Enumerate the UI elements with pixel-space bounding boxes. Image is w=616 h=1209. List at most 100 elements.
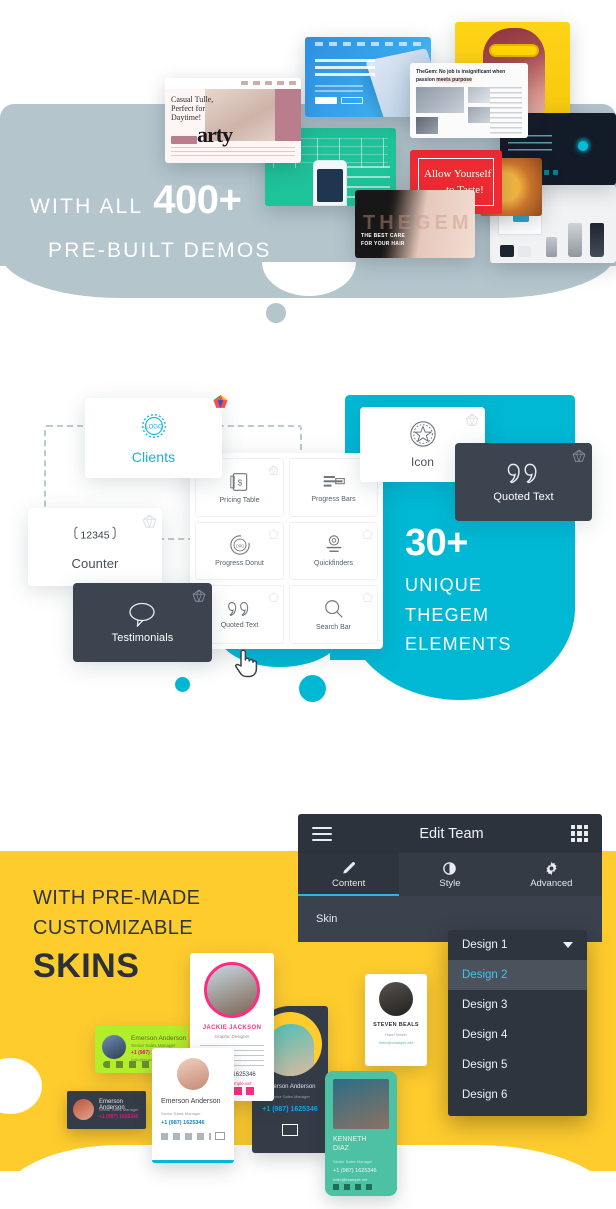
skins-headline: WITH PRE-MADE CUSTOMIZABLE SKINS xyxy=(33,883,200,986)
team-card-name: Emerson Anderson xyxy=(161,1098,221,1105)
element-card-clients[interactable]: LOGO Clients xyxy=(85,395,228,478)
element-tile-progress-donut[interactable]: 000 Progress Donut xyxy=(195,521,284,581)
cyan-dot-large xyxy=(299,675,326,702)
avatar xyxy=(204,962,260,1018)
demos-section: Casual Tulle, Perfect for Daytime! arty Th… xyxy=(0,0,616,340)
skin-dropdown-option-design-2[interactable]: Design 2 xyxy=(448,960,587,990)
gem-badge-icon xyxy=(142,514,157,529)
element-card-label: Counter xyxy=(71,555,119,571)
gem-badge-icon xyxy=(362,590,373,603)
pencil-icon xyxy=(343,861,356,873)
social-icons-row xyxy=(333,1184,373,1190)
element-tile-label: Pricing Table xyxy=(219,496,260,504)
skins-headline-line2: CUSTOMIZABLE xyxy=(33,917,194,939)
demos-headline-number: 400+ xyxy=(153,178,242,222)
tab-label: Content xyxy=(332,877,366,889)
grid-apps-icon[interactable] xyxy=(571,825,588,842)
demos-headline: WITH ALL 400+ PRE-BUILT DEMOS xyxy=(30,178,272,263)
envelope-icon xyxy=(282,1124,298,1136)
skin-dropdown-option-design-6[interactable]: Design 6 xyxy=(448,1080,587,1110)
skin-dropdown-option-design-3[interactable]: Design 3 xyxy=(448,990,587,1020)
skins-headline-line1: WITH PRE-MADE xyxy=(33,887,201,909)
svg-text:$: $ xyxy=(237,477,242,487)
avatar xyxy=(177,1058,209,1090)
magnifier-icon xyxy=(324,600,343,618)
team-card-design-white: Emerson Anderson Senior Sales Manager +1… xyxy=(152,1048,234,1163)
hand-cursor-icon xyxy=(232,645,260,679)
element-card-label: Icon xyxy=(410,455,435,469)
gem-badge-icon xyxy=(268,590,279,603)
thumbnail-magazine-demo: TheGem: No job is insignificant when pass… xyxy=(410,63,528,138)
element-card-label: Quoted Text xyxy=(493,490,554,503)
editor-panel: Edit Team Content Style Advanced Skin De… xyxy=(298,814,602,1116)
element-card-counter[interactable]: 12345 Counter xyxy=(28,508,162,586)
team-card-design-dark-bar: Emerson Anderson Senior Sales Manager +1… xyxy=(67,1091,146,1129)
thumbnail-haircare-demo: THEGEM THE BEST CARE FOR YOUR HAIR xyxy=(355,190,475,258)
element-tile-label: Quickfinders xyxy=(314,560,353,568)
thumb-fashion-wordmark: arty xyxy=(197,122,233,147)
demos-headline-small: WITH ALL xyxy=(30,195,144,218)
progress-donut-icon: 000 xyxy=(229,535,250,556)
skin-dropdown-trigger[interactable]: Design 1 xyxy=(448,930,587,960)
element-tile-label: Quoted Text xyxy=(220,622,259,630)
team-card-design-mint: KENNETH DIAZ Senior Sales Manager +1 (987… xyxy=(325,1071,397,1196)
tab-advanced[interactable]: Advanced xyxy=(501,853,602,896)
svg-text:LOGO: LOGO xyxy=(145,423,163,430)
gem-badge-icon xyxy=(465,413,479,427)
skin-dropdown-selected: Design 1 xyxy=(462,939,508,951)
team-card-design-steven: STEVEN BEALS Hand Sewer hello@example.ne… xyxy=(365,974,427,1066)
svg-text:12345: 12345 xyxy=(80,529,109,541)
team-card-name: Emerson Anderson xyxy=(131,1035,187,1042)
element-tile-label: Progress Donut xyxy=(215,560,264,568)
skins-headline-line3: SKINS xyxy=(33,947,140,985)
thumbnail-fashion-demo: Casual Tulle, Perfect for Daytime! arty xyxy=(165,78,301,163)
gem-badge-icon xyxy=(268,527,279,539)
team-card-role: Hand Sewer xyxy=(384,1032,407,1037)
svg-text:000: 000 xyxy=(236,544,244,549)
skin-dropdown-option-design-4[interactable]: Design 4 xyxy=(448,1020,587,1050)
team-card-name: JACKIE JACKSON xyxy=(202,1025,262,1031)
skin-field-label: Skin xyxy=(316,913,338,925)
gem-badge-icon xyxy=(572,449,586,463)
team-card-role: Senior Sales Manager xyxy=(99,1107,139,1112)
option-label: Design 2 xyxy=(462,969,508,981)
quickfinders-icon xyxy=(326,535,341,553)
envelope-icon xyxy=(215,1132,225,1140)
gear-icon xyxy=(546,861,557,875)
editor-panel-title: Edit Team xyxy=(419,825,484,842)
element-card-label: Testimonials xyxy=(111,632,174,644)
promo-page: Casual Tulle, Perfect for Daytime! arty Th… xyxy=(0,0,616,1209)
elements-stat-number: 30+ xyxy=(405,522,468,564)
cyan-dot-small xyxy=(175,677,190,692)
team-card-name: STEVEN BEALS xyxy=(373,1022,419,1028)
element-tile-search-bar[interactable]: Search Bar xyxy=(289,585,378,644)
skin-dropdown-option-design-5[interactable]: Design 5 xyxy=(448,1050,587,1080)
chevron-down-icon xyxy=(563,942,573,948)
team-card-phone: +1 (987) 1625346 xyxy=(161,1120,205,1126)
team-card-email: hello@example.net xyxy=(333,1177,368,1182)
tab-style[interactable]: Style xyxy=(399,853,500,896)
hamburger-icon[interactable] xyxy=(312,826,332,841)
tab-content[interactable]: Content xyxy=(298,853,400,896)
team-card-phone: +1 (987) 1625346 xyxy=(99,1114,139,1120)
team-card-phone: +1 (987) 1625346 xyxy=(333,1168,377,1174)
element-tile-label: Progress Bars xyxy=(311,495,356,503)
gem-badge-icon xyxy=(362,527,373,539)
gem-badge-icon xyxy=(268,463,279,476)
progress-bars-icon xyxy=(323,475,345,487)
element-tile-label: Search Bar xyxy=(315,624,352,632)
skin-dropdown[interactable]: Design 1 Design 2 Design 3 Design 4 Desi… xyxy=(448,930,587,1116)
gray-accent-dot xyxy=(266,303,286,323)
element-card-quoted-text[interactable]: Quoted Text xyxy=(455,443,592,521)
editor-tabs: Content Style Advanced xyxy=(298,853,602,896)
element-card-testimonials[interactable]: Testimonials xyxy=(73,583,212,662)
thumb-red-heading: Allow Yourself xyxy=(424,168,492,180)
team-card-name: KENNETH DIAZ xyxy=(333,1136,367,1153)
option-label: Design 5 xyxy=(462,1059,508,1071)
thumb-magazine-heading: TheGem: No job is insignificant when pass… xyxy=(416,69,506,83)
thumb-fashion-heading: Casual Tulle, Perfect for Daytime! xyxy=(171,95,214,122)
team-card-role: Senior Sales Manager xyxy=(161,1111,201,1116)
gem-badge-icon xyxy=(192,589,206,603)
quote-marks-icon xyxy=(227,602,248,617)
element-tile-quickfinders[interactable]: Quickfinders xyxy=(289,521,378,581)
